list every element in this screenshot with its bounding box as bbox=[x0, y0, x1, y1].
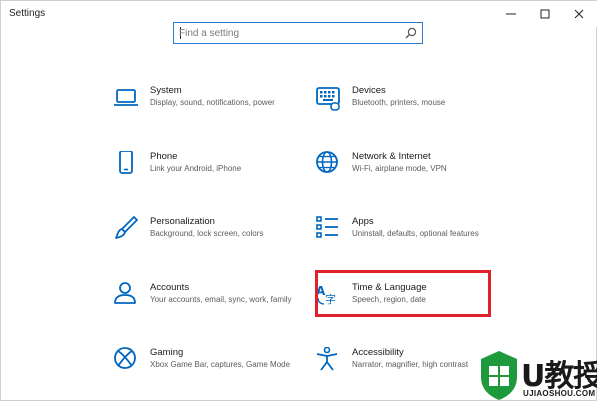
category-description: Uninstall, defaults, optional features bbox=[352, 229, 479, 238]
xbox-icon bbox=[114, 347, 136, 369]
settings-window: Settings System Display, sound, notifica… bbox=[0, 0, 597, 401]
category-phone[interactable]: Phone Link your Android, iPhone bbox=[114, 151, 314, 201]
category-title: System bbox=[150, 85, 182, 96]
minimize-icon bbox=[506, 13, 516, 15]
apps-list-icon bbox=[316, 216, 338, 238]
keyboard-icon bbox=[316, 87, 340, 111]
search-icon[interactable] bbox=[405, 27, 417, 39]
category-title: Personalization bbox=[150, 216, 215, 227]
category-devices[interactable]: Devices Bluetooth, printers, mouse bbox=[316, 85, 516, 135]
category-title: Devices bbox=[352, 85, 386, 96]
category-title: Apps bbox=[352, 216, 374, 227]
window-title: Settings bbox=[9, 8, 46, 19]
laptop-icon bbox=[114, 89, 138, 106]
phone-icon bbox=[119, 151, 133, 174]
category-personalization[interactable]: Personalization Background, lock screen,… bbox=[114, 216, 314, 266]
watermark-subtext: UJIAOSHOU.COM bbox=[523, 389, 596, 398]
watermark-logo: U教授 UJIAOSHOU.COM bbox=[479, 349, 597, 401]
accessibility-icon bbox=[316, 347, 338, 371]
category-title: Accessibility bbox=[352, 347, 404, 358]
category-accounts[interactable]: Accounts Your accounts, email, sync, wor… bbox=[114, 282, 314, 332]
person-icon bbox=[114, 282, 136, 304]
category-network-internet[interactable]: Network & Internet Wi-Fi, airplane mode,… bbox=[316, 151, 516, 201]
category-description: Link your Android, iPhone bbox=[150, 164, 242, 173]
category-system[interactable]: System Display, sound, notifications, po… bbox=[114, 85, 314, 135]
maximize-button[interactable] bbox=[528, 1, 562, 27]
minimize-button[interactable] bbox=[494, 1, 528, 27]
close-icon bbox=[574, 9, 584, 19]
category-description: Bluetooth, printers, mouse bbox=[352, 98, 446, 107]
highlight-box bbox=[315, 270, 491, 317]
category-description: Background, lock screen, colors bbox=[150, 229, 264, 238]
maximize-icon bbox=[540, 9, 550, 19]
category-apps[interactable]: Apps Uninstall, defaults, optional featu… bbox=[316, 216, 516, 266]
close-button[interactable] bbox=[562, 1, 596, 27]
search-input[interactable] bbox=[179, 26, 404, 40]
search-box[interactable] bbox=[173, 22, 423, 44]
category-title: Accounts bbox=[150, 282, 190, 293]
category-description: Xbox Game Bar, captures, Game Mode bbox=[150, 360, 291, 369]
globe-icon bbox=[316, 151, 338, 173]
category-title: Phone bbox=[150, 151, 178, 162]
category-title: Network & Internet bbox=[352, 151, 431, 162]
paintbrush-icon bbox=[115, 216, 138, 239]
category-gaming[interactable]: Gaming Xbox Game Bar, captures, Game Mod… bbox=[114, 347, 314, 397]
category-description: Display, sound, notifications, power bbox=[150, 98, 275, 107]
category-description: Your accounts, email, sync, work, family bbox=[150, 295, 292, 304]
category-description: Wi-Fi, airplane mode, VPN bbox=[352, 164, 447, 173]
category-title: Gaming bbox=[150, 347, 184, 358]
watermark-shield-icon bbox=[481, 351, 517, 400]
